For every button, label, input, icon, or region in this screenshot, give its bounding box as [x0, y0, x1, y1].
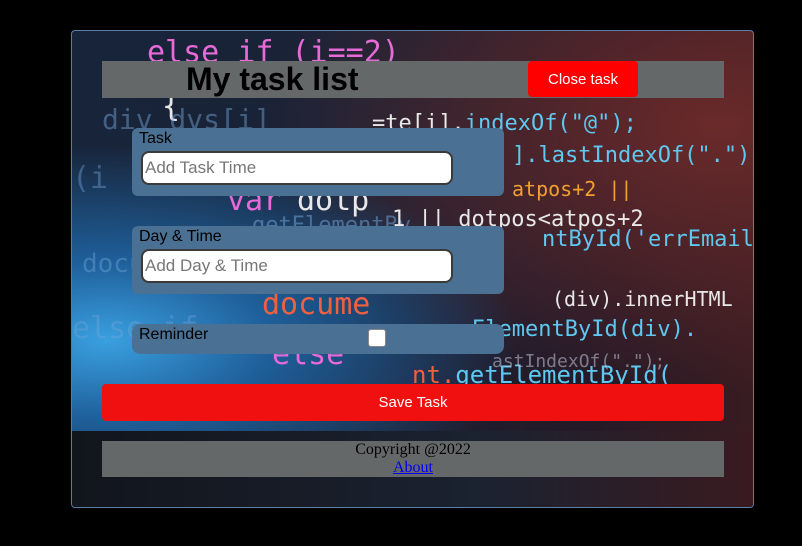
about-link[interactable]: About	[393, 459, 433, 477]
task-label: Task	[139, 130, 172, 147]
page-title: My task list	[186, 61, 359, 97]
task-card: else if (i==2) { div dvs[i] =te[i].index…	[71, 30, 754, 508]
day-time-label: Day & Time	[139, 228, 222, 245]
task-field-group: Task	[132, 128, 504, 196]
day-time-input[interactable]	[141, 249, 453, 283]
header-bar: My task list Close task	[102, 61, 724, 98]
reminder-checkbox[interactable]	[368, 329, 386, 347]
task-input[interactable]	[141, 151, 453, 185]
reminder-field-group: Reminder	[132, 324, 504, 354]
day-time-field-group: Day & Time	[132, 226, 504, 294]
close-task-button[interactable]: Close task	[528, 61, 638, 97]
reminder-label: Reminder	[139, 326, 209, 343]
save-task-button[interactable]: Save Task	[102, 384, 724, 421]
footer: Copyright @2022 About	[102, 441, 724, 477]
page: else if (i==2) { div dvs[i] =te[i].index…	[0, 0, 802, 546]
copyright-text: Copyright @2022	[355, 441, 471, 458]
